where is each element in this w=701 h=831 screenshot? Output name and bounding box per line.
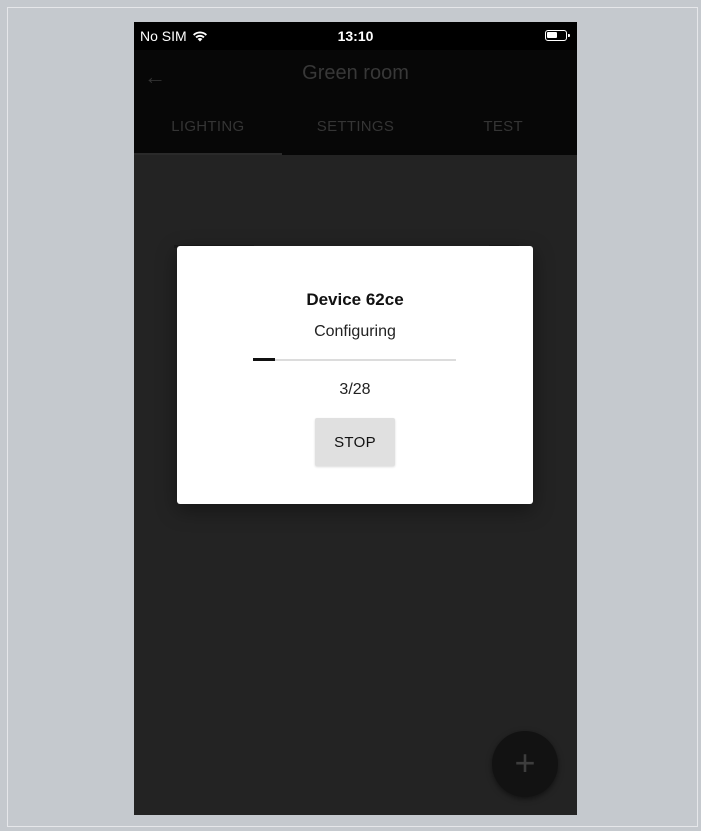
progress-dialog: Device 62ce Configuring 3/28 STOP [177,246,533,504]
progress-bar [253,358,456,361]
tab-lighting[interactable]: LIGHTING [134,102,282,155]
status-bar: No SIM 13:10 [134,22,577,50]
tab-settings[interactable]: SETTINGS [282,102,430,155]
stop-button[interactable]: STOP [315,418,395,466]
page-title: Green room [302,62,409,84]
tab-bar: LIGHTING SETTINGS TEST [134,102,577,155]
battery-icon [545,30,570,41]
dialog-title: Device 62ce [306,290,404,309]
plus-icon: + [514,742,536,783]
progress-fill [253,358,275,361]
status-time: 13:10 [337,28,374,44]
progress-count: 3/28 [339,381,371,398]
dialog-status: Configuring [314,323,396,340]
add-fab-button[interactable]: + [492,731,558,797]
app-bar: ← Green room [134,50,577,102]
tab-test[interactable]: TEST [429,102,577,155]
